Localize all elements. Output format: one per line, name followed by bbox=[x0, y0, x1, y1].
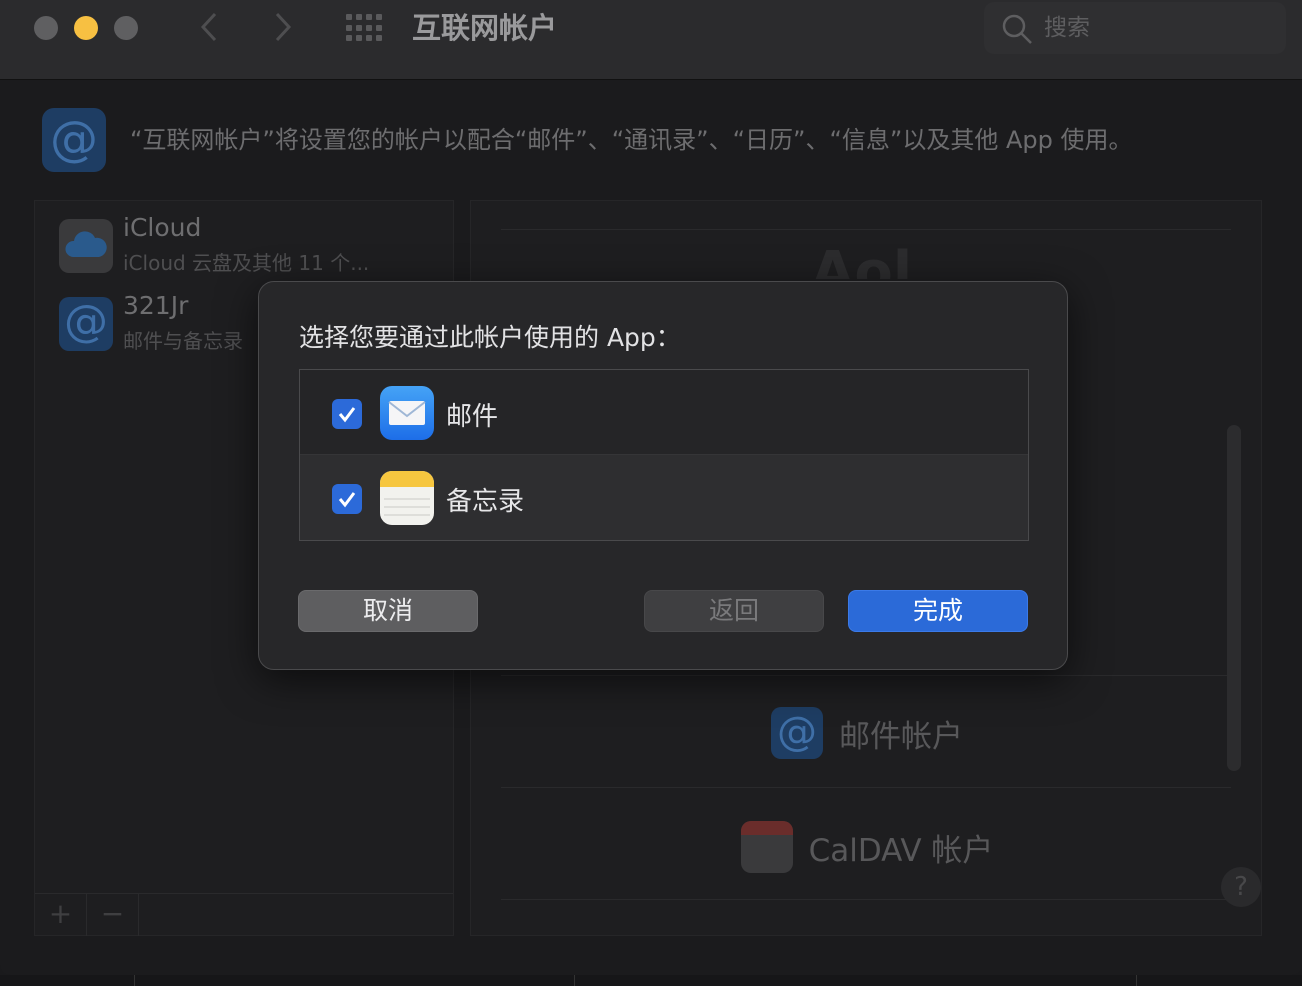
provider-divider bbox=[501, 229, 1231, 230]
account-subtitle: 邮件与备忘录 bbox=[123, 329, 243, 353]
account-name: 321Jr bbox=[123, 291, 189, 320]
forward-button[interactable] bbox=[272, 10, 294, 51]
chevron-left-icon bbox=[200, 12, 217, 42]
mail-checkbox[interactable] bbox=[332, 399, 362, 429]
back-button[interactable] bbox=[198, 10, 220, 51]
back-button-disabled[interactable]: 返回 bbox=[644, 590, 824, 632]
app-row-mail[interactable]: 邮件 bbox=[300, 370, 1028, 455]
provider-caldav-account[interactable]: CalDAV 帐户 bbox=[471, 821, 1263, 877]
mail-app-icon bbox=[380, 386, 434, 440]
sheet-title: 选择您要通过此帐户使用的 App： bbox=[299, 323, 681, 352]
account-name: iCloud bbox=[123, 213, 202, 242]
minimize-window-button[interactable] bbox=[74, 16, 98, 40]
title-bar: 互联网帐户 bbox=[0, 0, 1302, 80]
at-sign-icon: @ bbox=[771, 707, 823, 759]
accounts-toolbar: + − bbox=[35, 893, 453, 936]
header-description: “互联网帐户”将设置您的帐户以配合“邮件”、“通讯录”、“日历”、“信息”以及其… bbox=[130, 126, 1133, 154]
account-item-icloud[interactable]: iCloud iCloud 云盘及其他 11 个... bbox=[59, 213, 459, 285]
add-account-button[interactable]: + bbox=[35, 894, 87, 936]
app-label: 备忘录 bbox=[446, 487, 525, 517]
app-row-notes[interactable]: 备忘录 bbox=[300, 455, 1028, 540]
provider-mail-account[interactable]: @ 邮件帐户 bbox=[471, 707, 1263, 759]
provider-aol[interactable]: Aol bbox=[811, 243, 912, 279]
app-label: 邮件 bbox=[446, 402, 499, 432]
provider-scrollbar[interactable] bbox=[1227, 425, 1241, 771]
calendar-icon bbox=[740, 821, 793, 873]
zoom-window-button[interactable] bbox=[114, 16, 138, 40]
done-button[interactable]: 完成 bbox=[848, 590, 1028, 632]
cancel-button[interactable]: 取消 bbox=[298, 590, 478, 632]
remove-account-button[interactable]: − bbox=[87, 894, 139, 936]
search-icon bbox=[1002, 14, 1032, 44]
icloud-icon bbox=[59, 219, 113, 273]
search-field[interactable] bbox=[984, 2, 1286, 54]
notes-app-icon bbox=[380, 471, 434, 525]
app-list: 邮件 备忘录 bbox=[299, 369, 1029, 541]
provider-label: 邮件帐户 bbox=[839, 718, 963, 755]
checkmark-icon bbox=[338, 492, 356, 508]
provider-divider bbox=[501, 899, 1231, 900]
search-input[interactable] bbox=[1044, 12, 1274, 44]
internet-accounts-at-icon: @ bbox=[42, 108, 106, 172]
help-button[interactable]: ? bbox=[1221, 867, 1261, 907]
notes-checkbox[interactable] bbox=[332, 484, 362, 514]
provider-label: CalDAV 帐户 bbox=[808, 832, 994, 869]
window-title: 互联网帐户 bbox=[412, 11, 558, 45]
close-window-button[interactable] bbox=[34, 16, 58, 40]
at-sign-icon: @ bbox=[59, 297, 113, 351]
app-selection-sheet: 选择您要通过此帐户使用的 App： 邮件 备忘录 取消 返回 完成 bbox=[258, 281, 1068, 670]
chevron-right-icon bbox=[275, 12, 292, 42]
provider-divider bbox=[501, 787, 1231, 788]
account-subtitle: iCloud 云盘及其他 11 个... bbox=[123, 251, 370, 275]
show-all-grid-icon[interactable] bbox=[346, 14, 382, 42]
internet-accounts-window: 互联网帐户 @ “互联网帐户”将设置您的帐户以配合“邮件”、“通讯录”、“日历”… bbox=[0, 0, 1302, 975]
provider-divider bbox=[501, 675, 1231, 676]
desktop-background bbox=[0, 975, 1302, 986]
checkmark-icon bbox=[338, 407, 356, 423]
